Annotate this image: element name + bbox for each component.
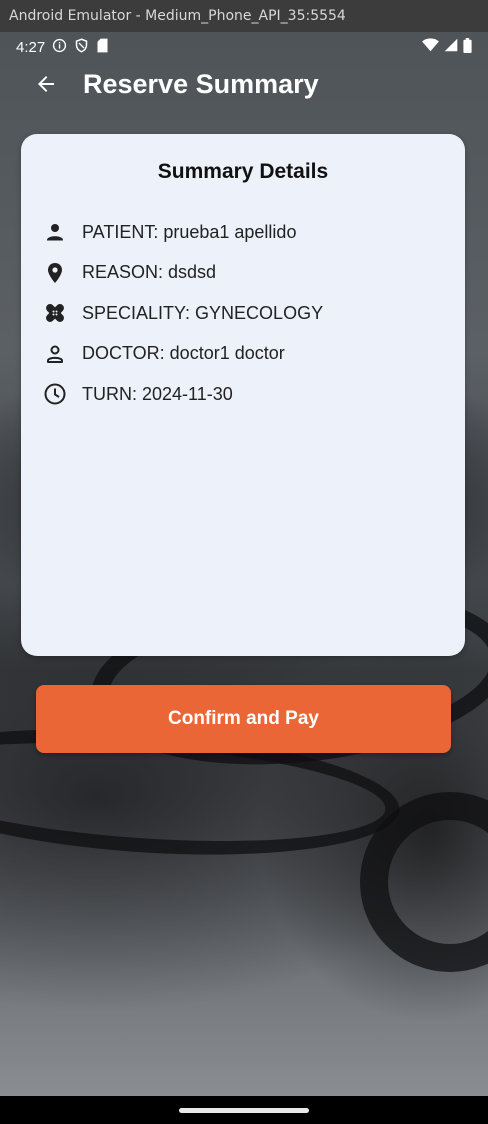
- summary-details-list: PATIENT: prueba1 apellido REASON: dsdsd: [42, 212, 442, 415]
- card-title: Summary Details: [157, 160, 329, 183]
- location-pin-icon: [42, 260, 68, 286]
- detail-text: SPECIALITY: GYNECOLOGY: [82, 302, 324, 323]
- wifi-icon: [422, 38, 439, 56]
- status-time: 4:27: [16, 38, 46, 56]
- detail-row-doctor: DOCTOR: doctor1 doctor: [42, 334, 442, 375]
- status-bar: 4:27: [0, 32, 488, 62]
- battery-icon: [463, 37, 472, 57]
- person-icon: [42, 219, 68, 245]
- phone-screen: 4:27 Reserve Summary Summary Details PAT…: [0, 32, 488, 1096]
- arrow-left-icon: [38, 76, 54, 92]
- app-bar: Reserve Summary: [0, 62, 488, 106]
- sd-card-icon: [96, 38, 109, 57]
- detail-text: TURN: 2024-11-30: [82, 383, 233, 404]
- info-icon: [52, 38, 67, 57]
- confirm-and-pay-button[interactable]: Confirm and Pay: [36, 685, 451, 753]
- detail-text: DOCTOR: doctor1 doctor: [82, 343, 285, 364]
- clock-icon: [42, 381, 68, 407]
- detail-text: REASON: dsdsd: [82, 262, 217, 283]
- page-title: Reserve Summary: [83, 68, 319, 99]
- navigation-bar: [0, 1096, 488, 1124]
- summary-card: Summary Details PATIENT: prueba1 apellid…: [21, 134, 465, 656]
- healing-icon: [42, 300, 68, 326]
- detail-row-speciality: SPECIALITY: GYNECOLOGY: [42, 293, 442, 334]
- signal-icon: [444, 38, 458, 56]
- shield-icon: [74, 37, 89, 57]
- home-gesture-handle[interactable]: [179, 1107, 309, 1113]
- detail-text: PATIENT: prueba1 apellido: [82, 221, 297, 242]
- back-button[interactable]: [32, 70, 60, 98]
- detail-row-patient: PATIENT: prueba1 apellido: [42, 212, 442, 253]
- detail-row-reason: REASON: dsdsd: [42, 253, 442, 294]
- window-title: Android Emulator - Medium_Phone_API_35:5…: [9, 8, 346, 24]
- detail-row-turn: TURN: 2024-11-30: [42, 374, 442, 415]
- person-outline-icon: [42, 341, 68, 367]
- emulator-window-title-bar: Android Emulator - Medium_Phone_API_35:5…: [0, 0, 488, 32]
